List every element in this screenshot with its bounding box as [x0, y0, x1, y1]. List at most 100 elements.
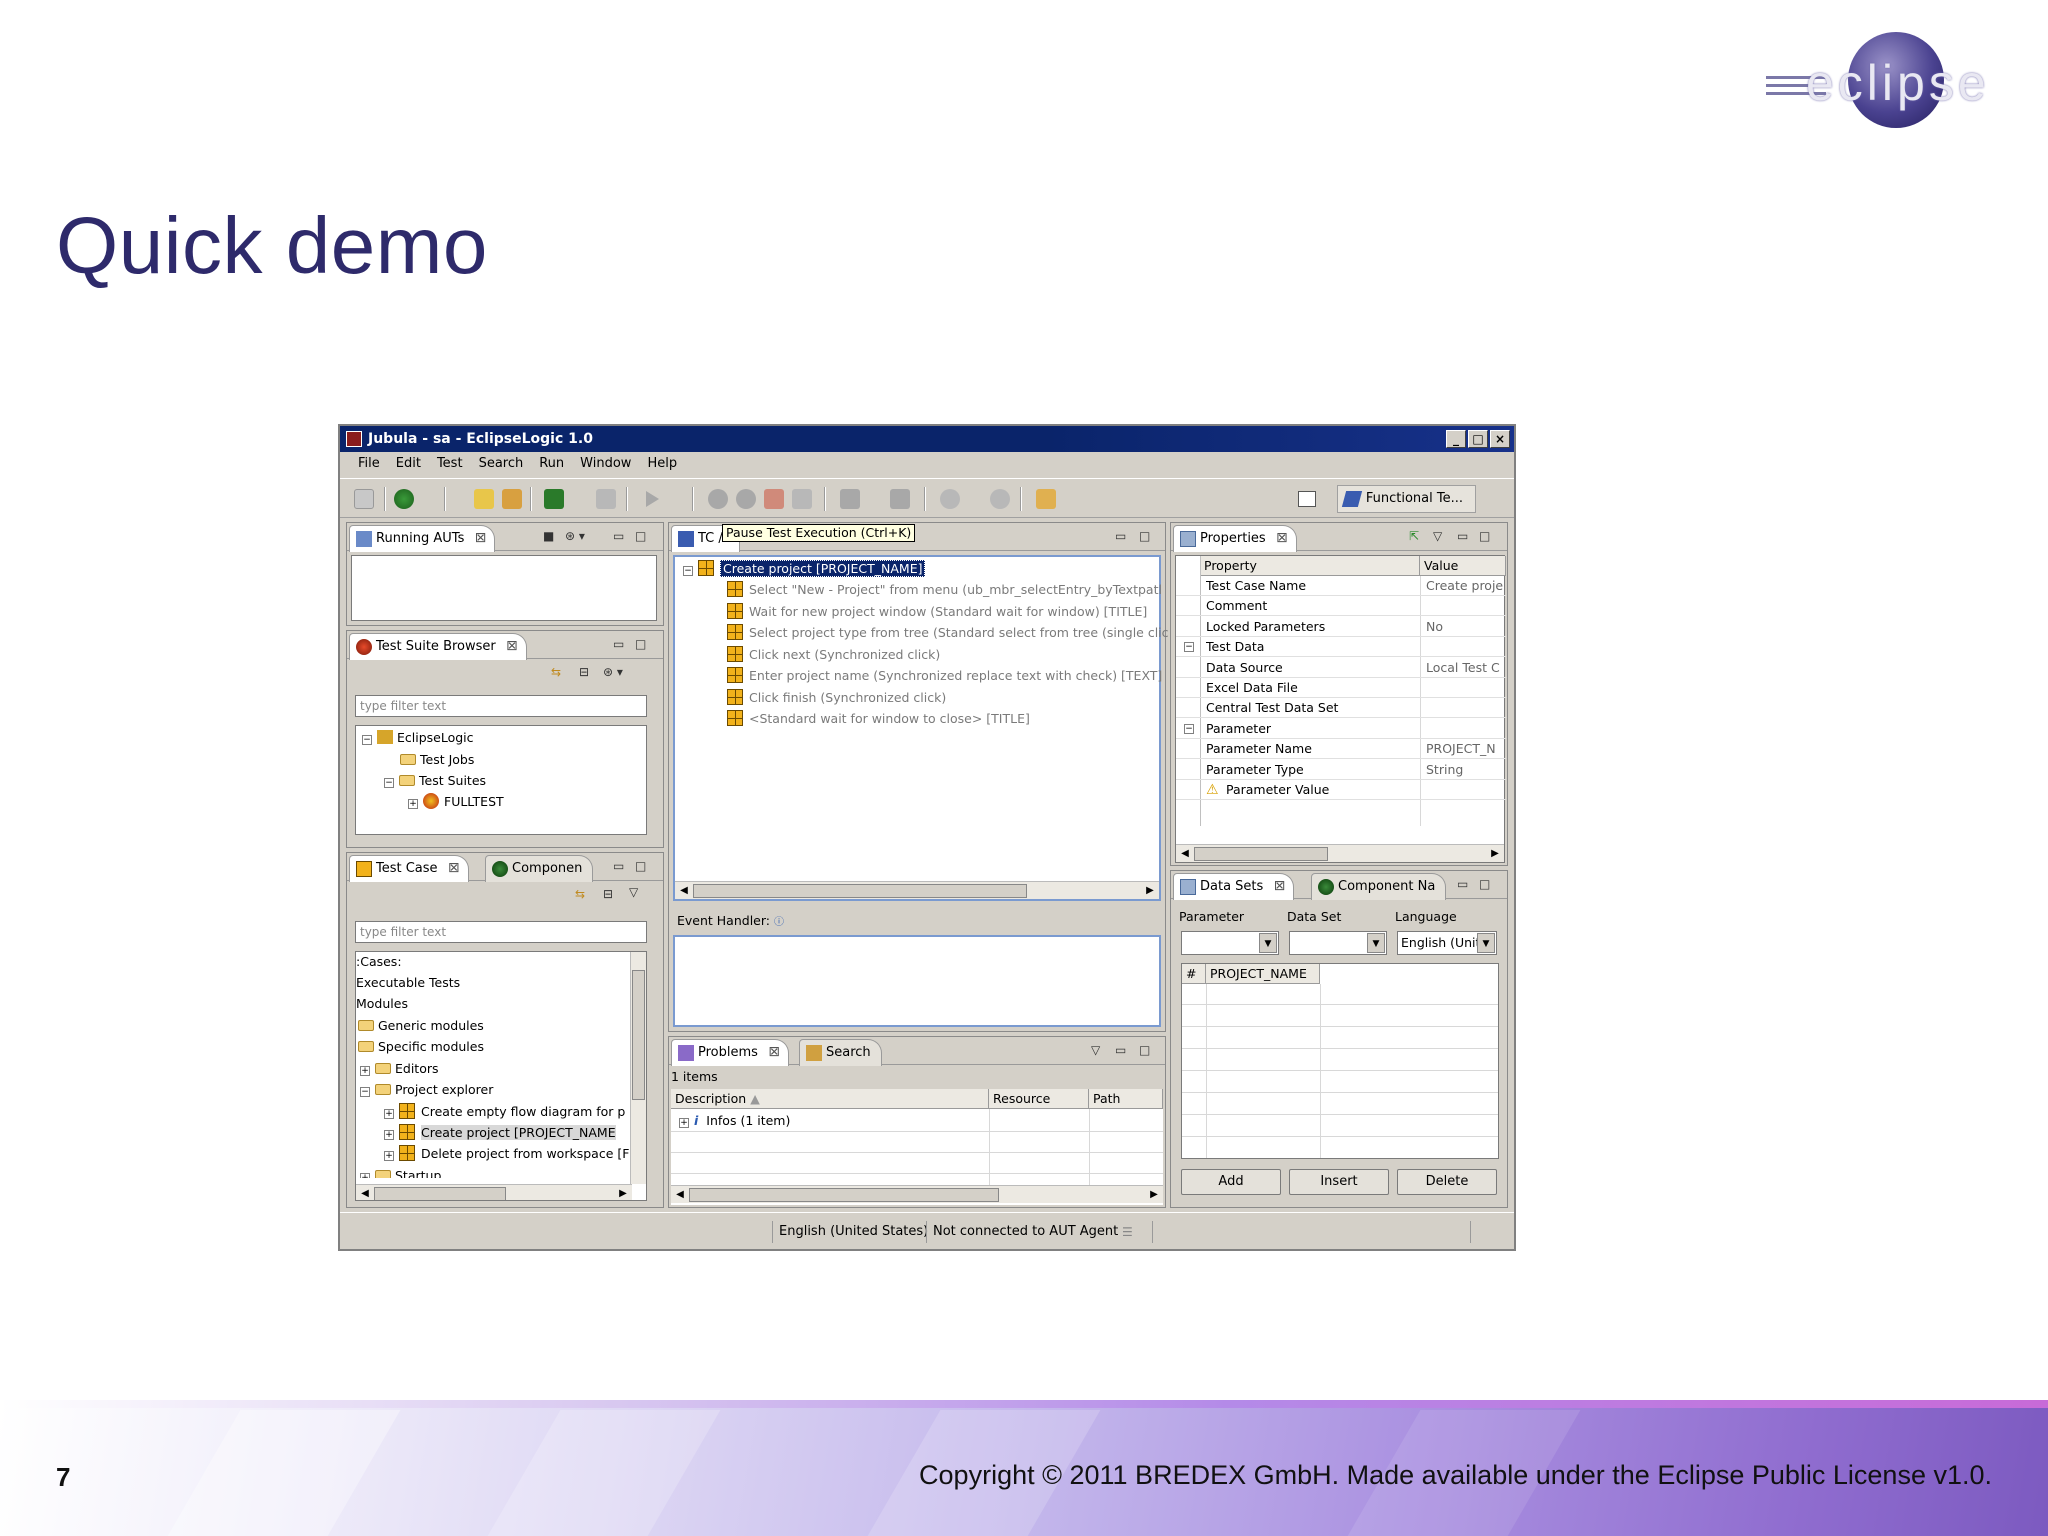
column-property[interactable]: Property — [1200, 556, 1420, 576]
tree-item-test-jobs[interactable]: Test Jobs — [400, 750, 474, 770]
tree-item[interactable]: Executable Tests — [356, 973, 460, 993]
minimize-view-icon[interactable]: ▭ — [1115, 529, 1126, 543]
minimize-view-icon[interactable]: ▭ — [1115, 1043, 1126, 1057]
property-row[interactable]: Test Case Name Create proje — [1176, 576, 1506, 596]
horizontal-scrollbar[interactable]: ◀ ▶ — [356, 1184, 632, 1200]
menu-test[interactable]: Test — [429, 452, 471, 476]
browser-icon[interactable] — [474, 489, 494, 509]
column-value[interactable]: Value — [1420, 556, 1506, 576]
tree-item[interactable]: + Startup — [360, 1166, 441, 1178]
tree-item[interactable]: Specific modules — [358, 1037, 484, 1057]
property-row[interactable]: Parameter Value ⚠ — [1176, 780, 1506, 800]
disconnect-icon[interactable] — [596, 489, 616, 509]
tc-step[interactable]: Wait for new project window (Standard wa… — [727, 602, 1147, 622]
stop-icon[interactable] — [736, 489, 756, 509]
run-icon[interactable] — [646, 491, 659, 507]
tab-component-names[interactable]: Component Na — [1311, 873, 1447, 900]
maximize-view-icon[interactable]: □ — [1479, 877, 1490, 891]
continue-icon[interactable] — [792, 489, 812, 509]
column-index[interactable]: # — [1182, 964, 1206, 984]
tree-item[interactable]: Modules — [356, 994, 408, 1014]
tree-item[interactable]: Generic modules — [358, 1016, 484, 1036]
horizontal-scrollbar[interactable]: ◀ ▶ — [675, 881, 1159, 899]
delete-button[interactable]: Delete — [1397, 1169, 1497, 1195]
maximize-view-icon[interactable]: □ — [635, 529, 646, 543]
check-icon[interactable] — [890, 489, 910, 509]
clear-icon[interactable] — [764, 489, 784, 509]
tab-problems[interactable]: Problems ⊠ — [671, 1039, 789, 1066]
insert-button[interactable]: Insert — [1289, 1169, 1389, 1195]
wand-icon[interactable] — [1036, 489, 1056, 509]
tab-components[interactable]: Componen — [485, 855, 594, 882]
pause-icon[interactable] — [708, 489, 728, 509]
property-value[interactable]: No — [1426, 617, 1504, 637]
tree-item-fulltest[interactable]: + FULLTEST — [408, 792, 504, 812]
property-value[interactable] — [1426, 698, 1504, 718]
start-aut-icon[interactable] — [394, 489, 414, 509]
tc-step[interactable]: Enter project name (Synchronized replace… — [727, 666, 1162, 686]
tree-item[interactable]: + Editors — [360, 1059, 439, 1079]
close-tab-icon[interactable]: ⊠ — [1276, 526, 1288, 551]
property-row[interactable]: Comment — [1176, 596, 1506, 617]
expand-toggle-icon[interactable]: − — [1184, 642, 1194, 653]
maximize-view-icon[interactable]: □ — [635, 859, 646, 873]
maximize-view-icon[interactable]: □ — [1139, 1043, 1150, 1057]
property-value[interactable] — [1426, 637, 1504, 657]
navigate-icon[interactable] — [940, 489, 960, 509]
minimize-view-icon[interactable]: ▭ — [613, 637, 624, 651]
menu-window[interactable]: Window — [572, 452, 639, 476]
record-icon[interactable] — [840, 489, 860, 509]
save-icon[interactable] — [354, 489, 374, 509]
tc-step[interactable]: Select project type from tree (Standard … — [727, 623, 1169, 643]
collapse-all-icon[interactable]: ⊟ — [579, 665, 589, 679]
minimize-button[interactable]: _ — [1446, 430, 1466, 448]
horizontal-scrollbar[interactable]: ◀ ▶ — [671, 1185, 1163, 1203]
object-mapping-icon[interactable] — [502, 489, 522, 509]
property-row[interactable]: Excel Data File — [1176, 678, 1506, 698]
minimize-view-icon[interactable]: ▭ — [1457, 529, 1468, 543]
property-value[interactable]: Local Test C — [1426, 658, 1504, 678]
property-row[interactable]: Parameter Name PROJECT_N — [1176, 739, 1506, 760]
vertical-scrollbar[interactable] — [630, 952, 646, 1184]
maximize-view-icon[interactable]: □ — [1479, 529, 1490, 543]
tab-test-suite-browser[interactable]: Test Suite Browser ⊠ — [349, 633, 527, 660]
tc-step[interactable]: <Standard wait for window to close> [TIT… — [727, 709, 1030, 729]
target-icon[interactable] — [990, 489, 1010, 509]
tree-item-test-suites[interactable]: − Test Suites — [384, 771, 486, 791]
tree-item[interactable]: + Delete project from workspace [F — [384, 1144, 629, 1164]
tab-running-auts[interactable]: Running AUTs ⊠ — [349, 525, 496, 552]
property-value[interactable]: Create proje — [1426, 576, 1504, 596]
minimize-view-icon[interactable]: ▭ — [613, 529, 624, 543]
aut-menu-icon[interactable]: ⊛ ▾ — [565, 529, 585, 543]
property-row[interactable]: Parameter Type String — [1176, 760, 1506, 780]
close-tab-icon[interactable]: ⊠ — [506, 634, 518, 659]
close-tab-icon[interactable]: ⊠ — [448, 856, 460, 881]
property-value[interactable] — [1426, 719, 1504, 739]
expand-toggle-icon[interactable]: − — [1184, 723, 1194, 734]
property-row[interactable]: Central Test Data Set — [1176, 698, 1506, 719]
close-tab-icon[interactable]: ⊠ — [1274, 874, 1286, 899]
menu-help[interactable]: Help — [639, 452, 685, 476]
view-menu-icon[interactable]: ⊛ ▾ — [603, 665, 623, 679]
column-resource[interactable]: Resource — [989, 1089, 1089, 1109]
menu-file[interactable]: File — [350, 452, 388, 476]
property-value[interactable] — [1426, 678, 1504, 698]
tree-item[interactable]: + Create empty flow diagram for p — [384, 1102, 625, 1122]
tree-item-selected[interactable]: + Create project [PROJECT_NAME — [384, 1123, 616, 1143]
property-value[interactable] — [1426, 780, 1504, 800]
tab-properties[interactable]: Properties ⊠ — [1173, 525, 1297, 552]
view-menu-icon[interactable]: ▽ — [1091, 1043, 1100, 1057]
property-row[interactable]: − Test Data — [1176, 637, 1506, 658]
tree-item[interactable]: :Cases: — [356, 952, 402, 972]
data-set-select[interactable]: ▼ — [1289, 931, 1387, 955]
column-description[interactable]: Description ▲ — [671, 1089, 989, 1109]
suite-filter-input[interactable]: type filter text — [355, 695, 647, 717]
tc-step[interactable]: Click finish (Synchronized click) — [727, 688, 946, 708]
open-perspective-icon[interactable] — [1298, 491, 1316, 507]
column-path[interactable]: Path — [1089, 1089, 1163, 1109]
tab-search[interactable]: Search — [799, 1039, 882, 1066]
view-menu-icon[interactable]: ▽ — [629, 885, 638, 899]
property-row[interactable]: Data Source Local Test C — [1176, 658, 1506, 678]
close-tab-icon[interactable]: ⊠ — [768, 1040, 780, 1065]
tc-root[interactable]: − Create project [PROJECT_NAME] — [683, 559, 926, 579]
